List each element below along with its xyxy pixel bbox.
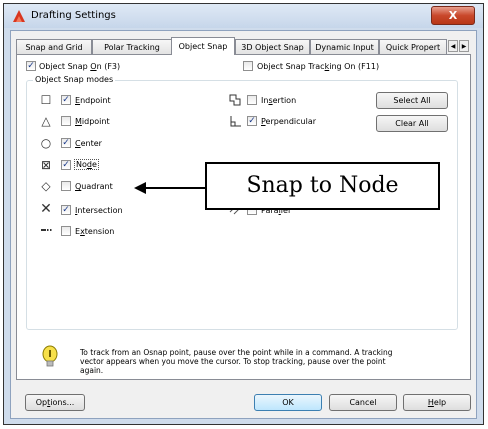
node-checkbox[interactable]: ✓ xyxy=(61,160,71,170)
tab-snap-and-grid[interactable]: Snap and Grid xyxy=(16,39,92,54)
extension-label: Extension xyxy=(75,227,115,236)
ok-button[interactable]: OK xyxy=(254,394,322,411)
tab-object-snap[interactable]: Object Snap xyxy=(171,37,235,55)
insertion-marker-icon xyxy=(228,93,242,107)
dialog-client: Snap and Grid Polar Tracking Object Snap… xyxy=(10,30,477,419)
quadrant-label: Quadrant xyxy=(75,182,113,191)
extension-checkbox[interactable] xyxy=(61,226,71,236)
tracking-on-label: Object Snap Tracking On (F11) xyxy=(257,62,380,71)
osnap-on-checkbox[interactable]: ✓ xyxy=(26,61,36,71)
object-snap-panel: ✓ Object Snap On (F3) Object Snap Tracki… xyxy=(16,54,471,380)
quadrant-checkbox[interactable] xyxy=(61,181,71,191)
group-title: Object Snap modes xyxy=(33,75,116,84)
center-label: Center xyxy=(75,139,102,148)
options-button[interactable]: Options... xyxy=(25,394,85,411)
perpendicular-checkbox[interactable]: ✓ xyxy=(247,116,257,126)
dialog-window: Drafting Settings X Snap and Grid Polar … xyxy=(3,3,484,425)
lightbulb-icon xyxy=(42,345,58,367)
node-label: Node xyxy=(74,159,99,170)
select-all-button[interactable]: Select All xyxy=(376,92,448,109)
square-marker-icon: ☐ xyxy=(40,93,52,107)
intersection-label: Intersection xyxy=(75,206,123,215)
close-button[interactable]: X xyxy=(431,6,475,25)
tab-dynamic-input[interactable]: Dynamic Input xyxy=(310,39,379,54)
callout-arrow xyxy=(134,182,206,194)
intersection-checkbox[interactable]: ✓ xyxy=(61,205,71,215)
insertion-label: Insertion xyxy=(261,96,297,105)
cancel-button[interactable]: Cancel xyxy=(329,394,397,411)
perpendicular-marker-icon xyxy=(228,114,242,128)
tracking-on-checkbox[interactable] xyxy=(243,61,253,71)
tab-strip: Snap and Grid Polar Tracking Object Snap… xyxy=(16,37,471,55)
title-bar[interactable]: Drafting Settings X xyxy=(4,4,483,28)
tab-quick-properties[interactable]: Quick Propert xyxy=(379,39,447,54)
perpendicular-label: Perpendicular xyxy=(261,117,317,126)
endpoint-checkbox[interactable]: ✓ xyxy=(61,95,71,105)
osnap-on-label: Object Snap On (F3) xyxy=(39,62,121,71)
tab-scroll-right-icon[interactable]: ▶ xyxy=(459,40,469,52)
help-button[interactable]: Help xyxy=(403,394,471,411)
snap-to-node-callout: Snap to Node xyxy=(205,162,440,210)
diamond-marker-icon: ◇ xyxy=(41,179,51,193)
midpoint-checkbox[interactable] xyxy=(61,116,71,126)
tip-text: To track from an Osnap point, pause over… xyxy=(80,348,393,375)
tab-3d-object-snap[interactable]: 3D Object Snap xyxy=(235,39,310,54)
node-marker-icon: ⊠ xyxy=(40,158,52,172)
extension-marker-icon xyxy=(39,223,53,237)
tab-scroll-left-icon[interactable]: ◀ xyxy=(448,40,458,52)
center-checkbox[interactable]: ✓ xyxy=(61,138,71,148)
insertion-checkbox[interactable] xyxy=(247,95,257,105)
window-title: Drafting Settings xyxy=(31,10,116,21)
midpoint-label: Midpoint xyxy=(75,117,110,126)
tab-polar-tracking[interactable]: Polar Tracking xyxy=(92,39,172,54)
circle-marker-icon: ○ xyxy=(40,136,52,150)
triangle-marker-icon: △ xyxy=(41,114,51,128)
endpoint-label: Endpoint xyxy=(75,96,111,105)
clear-all-button[interactable]: Clear All xyxy=(376,115,448,132)
autocad-app-icon xyxy=(13,10,25,22)
x-marker-icon: ✕ xyxy=(40,201,52,217)
